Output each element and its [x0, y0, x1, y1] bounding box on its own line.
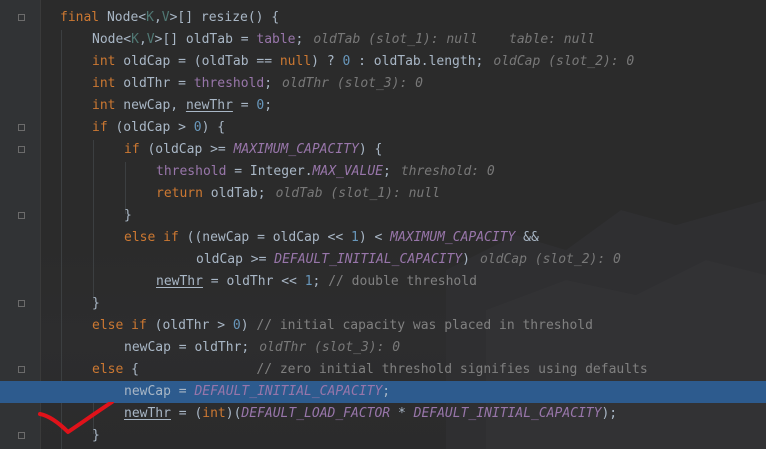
- code-line[interactable]: else if ((newCap = oldCap << 1) < MAXIMU…: [0, 227, 766, 249]
- inline-debug-value: oldTab (slot_1): null table: null: [313, 32, 596, 47]
- code-line[interactable]: return oldTab; oldTab (slot_1): null: [0, 183, 766, 205]
- code-line[interactable]: if (oldCap > 0) {: [0, 117, 766, 139]
- inline-debug-value: oldThr (slot_3): 0: [259, 340, 401, 355]
- inline-debug-value: oldCap (slot_2): 0: [493, 54, 635, 69]
- inline-debug-value: oldThr (slot_3): 0: [282, 76, 423, 91]
- code-line[interactable]: threshold = Integer.MAX_VALUE; threshold:…: [0, 161, 766, 183]
- code-line[interactable]: newCap = oldThr; oldThr (slot_3): 0: [0, 337, 766, 359]
- inline-debug-value: oldCap (slot_2): 0: [479, 252, 621, 267]
- code-line[interactable]: }: [0, 205, 766, 227]
- code-line[interactable]: Node<K,V>[] oldTab = table; oldTab (slot_…: [0, 29, 766, 51]
- code-line[interactable]: newThr = oldThr << 1; // double threshol…: [0, 271, 766, 293]
- current-execution-line[interactable]: newCap = DEFAULT_INITIAL_CAPACITY;: [0, 381, 766, 403]
- code-line[interactable]: if (oldCap >= MAXIMUM_CAPACITY) {: [0, 139, 766, 161]
- code-line[interactable]: }: [0, 293, 766, 315]
- code-line[interactable]: final Node<K,V>[] resize() {: [0, 7, 766, 29]
- code-line[interactable]: }: [0, 425, 766, 447]
- code-line[interactable]: int oldThr = threshold; oldThr (slot_3): …: [0, 73, 766, 95]
- code-line[interactable]: else { // zero initial threshold signifi…: [0, 359, 766, 381]
- inline-debug-value: oldTab (slot_1): null: [275, 186, 440, 201]
- inline-debug-value: threshold: 0: [400, 164, 495, 179]
- code-line[interactable]: newThr = (int)(DEFAULT_LOAD_FACTOR * DEF…: [0, 403, 766, 425]
- code-editor[interactable]: final Node<K,V>[] resize() { Node<K,V>[]…: [0, 0, 766, 449]
- code-line[interactable]: else if (oldThr > 0) // initial capacity…: [0, 315, 766, 337]
- code-line[interactable]: int oldCap = (oldTab == null) ? 0 : oldT…: [0, 51, 766, 73]
- code-line[interactable]: int newCap, newThr = 0;: [0, 95, 766, 117]
- code-line[interactable]: oldCap >= DEFAULT_INITIAL_CAPACITY) oldCa…: [0, 249, 766, 271]
